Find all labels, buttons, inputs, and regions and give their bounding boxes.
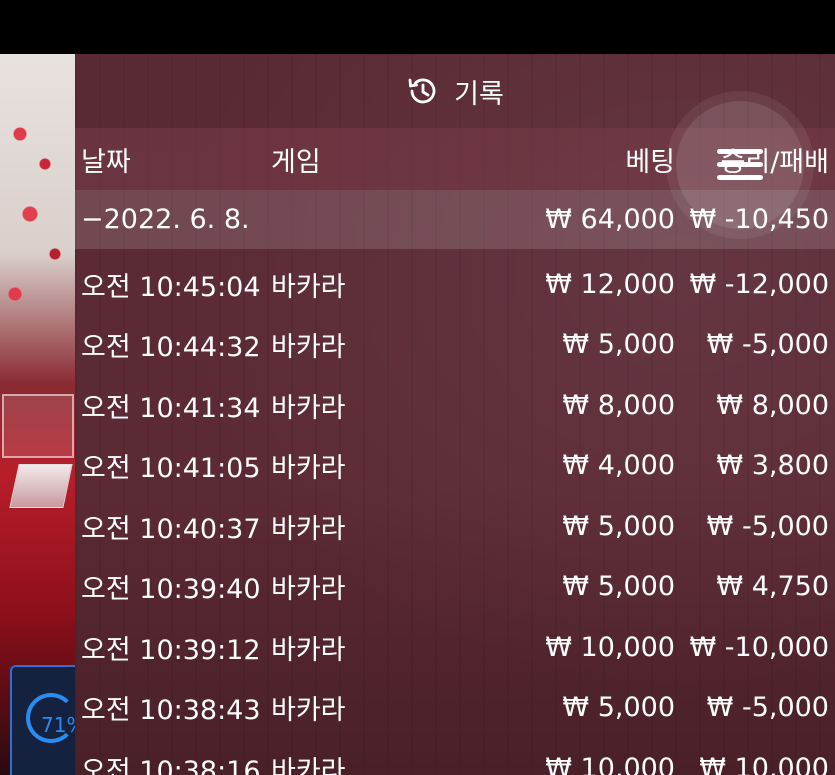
row-time: 오전 10:41:05 <box>81 453 261 485</box>
row-game: 바카라 <box>271 453 346 485</box>
date-group-bet-total: ₩ 64,000 <box>545 204 675 235</box>
row-game: 바카라 <box>271 755 346 775</box>
progress-widget[interactable]: 71% <box>10 665 85 775</box>
row-time: 오전 10:39:12 <box>81 634 261 666</box>
row-time: 오전 10:38:43 <box>81 695 261 727</box>
history-list: 오전 10:45:04 바카라 ₩ 12,000 ₩ -12,000 오전 10… <box>75 254 835 775</box>
row-game: 바카라 <box>271 695 346 727</box>
row-game: 바카라 <box>271 634 346 666</box>
history-row[interactable]: 오전 10:41:34 바카라 ₩ 8,000 ₩ 8,000 <box>75 375 835 436</box>
date-group-label: −2022. 6. 8. <box>81 204 250 235</box>
row-bet: ₩ 5,000 <box>562 571 675 603</box>
row-game: 바카라 <box>271 574 346 606</box>
card-shoe <box>2 394 74 458</box>
row-time: 오전 10:41:34 <box>81 392 261 424</box>
panel-title: 기록 <box>454 78 504 110</box>
column-bet: 베팅 <box>625 146 675 178</box>
history-row[interactable]: 오전 10:38:16 바카라 ₩ 10,000 ₩ 10,000 <box>75 738 835 775</box>
menu-button[interactable] <box>676 101 804 229</box>
row-result: ₩ 4,750 <box>716 571 829 603</box>
row-bet: ₩ 12,000 <box>545 268 675 300</box>
card-stack <box>9 464 73 508</box>
row-result: ₩ -12,000 <box>689 268 830 300</box>
row-result: ₩ 10,000 <box>699 752 829 775</box>
row-game: 바카라 <box>271 392 346 424</box>
row-game: 바카라 <box>271 271 346 303</box>
row-result: ₩ 3,800 <box>716 450 829 482</box>
history-row[interactable]: 오전 10:40:37 바카라 ₩ 5,000 ₩ -5,000 <box>75 496 835 557</box>
row-time: 오전 10:45:04 <box>81 271 261 303</box>
row-result: ₩ -10,000 <box>689 631 830 663</box>
row-time: 오전 10:44:32 <box>81 332 261 364</box>
row-result: ₩ -5,000 <box>706 692 829 724</box>
hamburger-menu-icon <box>717 149 763 180</box>
column-game: 게임 <box>271 146 321 178</box>
history-row[interactable]: 오전 10:44:32 바카라 ₩ 5,000 ₩ -5,000 <box>75 315 835 376</box>
row-bet: ₩ 5,000 <box>562 692 675 724</box>
history-row[interactable]: 오전 10:39:12 바카라 ₩ 10,000 ₩ -10,000 <box>75 617 835 678</box>
row-result: ₩ 8,000 <box>716 389 829 421</box>
row-bet: ₩ 4,000 <box>562 450 675 482</box>
row-bet: ₩ 5,000 <box>562 510 675 542</box>
row-bet: ₩ 8,000 <box>562 389 675 421</box>
column-date: 날짜 <box>81 146 131 178</box>
row-time: 오전 10:38:16 <box>81 755 261 775</box>
row-bet: ₩ 10,000 <box>545 631 675 663</box>
screen: 71% 기록 날짜 게임 베팅 승리/패배 −2022. 6. 8. ₩ 64,… <box>0 0 835 775</box>
history-icon <box>408 78 436 104</box>
row-bet: ₩ 10,000 <box>545 752 675 775</box>
row-game: 바카라 <box>271 513 346 545</box>
row-time: 오전 10:40:37 <box>81 513 261 545</box>
row-time: 오전 10:39:40 <box>81 574 261 606</box>
history-row[interactable]: 오전 10:39:40 바카라 ₩ 5,000 ₩ 4,750 <box>75 557 835 618</box>
history-row[interactable]: 오전 10:38:43 바카라 ₩ 5,000 ₩ -5,000 <box>75 678 835 739</box>
status-bar <box>0 0 835 54</box>
row-game: 바카라 <box>271 332 346 364</box>
row-result: ₩ -5,000 <box>706 510 829 542</box>
row-result: ₩ -5,000 <box>706 329 829 361</box>
row-bet: ₩ 5,000 <box>562 329 675 361</box>
history-row[interactable]: 오전 10:45:04 바카라 ₩ 12,000 ₩ -12,000 <box>75 254 835 315</box>
history-row[interactable]: 오전 10:41:05 바카라 ₩ 4,000 ₩ 3,800 <box>75 436 835 497</box>
